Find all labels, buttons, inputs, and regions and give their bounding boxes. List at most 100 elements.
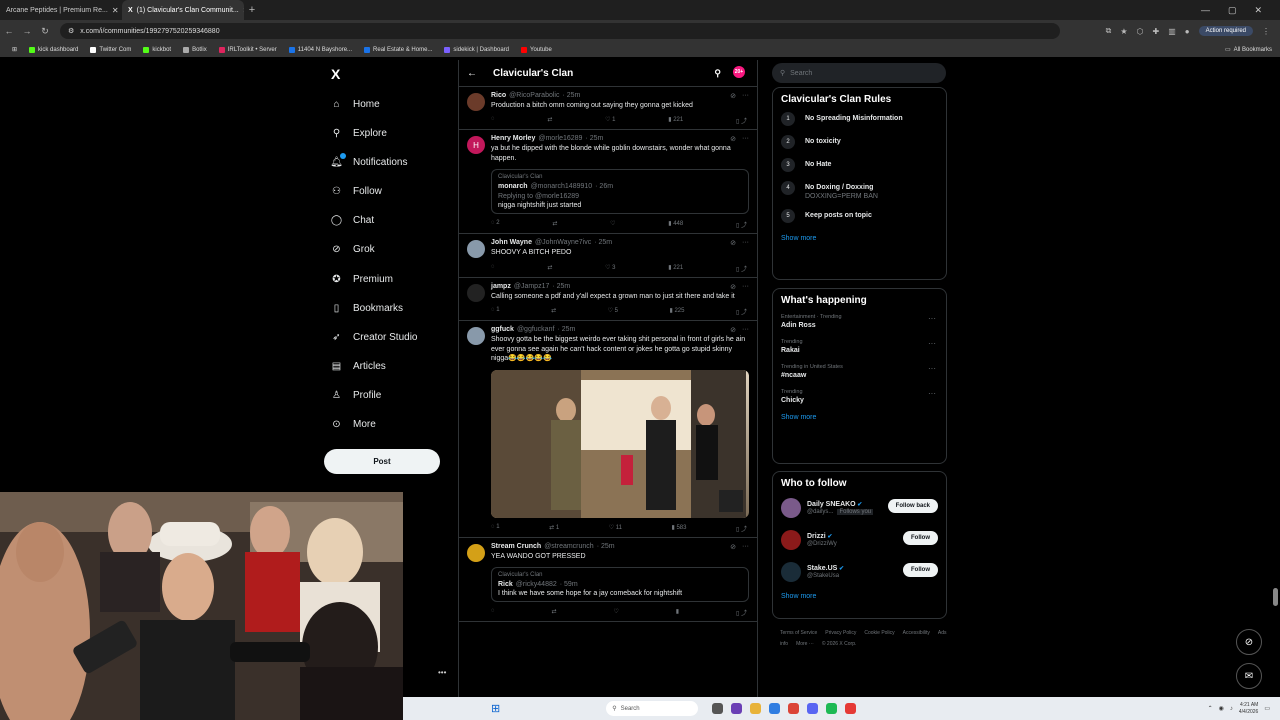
nav-item-profile[interactable]: ♙ Profile <box>330 389 381 402</box>
footer-link[interactable]: Privacy Policy <box>825 630 856 636</box>
clock[interactable]: 4:21 AM 4/4/2026 <box>1239 702 1258 715</box>
avatar[interactable] <box>467 283 485 302</box>
author-handle[interactable]: @Jampz17 <box>514 283 550 290</box>
avatar[interactable] <box>467 327 485 346</box>
extension-icon[interactable]: ⬡ <box>1137 27 1144 36</box>
tweet[interactable]: ⊘ ··· Stream Crunch @streamcrunch · 25m YEA W… <box>459 538 757 622</box>
x-logo-icon[interactable]: X <box>331 66 340 82</box>
browser-tab-0[interactable]: Arcane Peptides | Premium Re... ✕ <box>0 0 122 20</box>
account-menu-icon[interactable]: ••• <box>438 668 446 677</box>
nav-item-home[interactable]: ⌂ Home <box>330 98 379 111</box>
chevron-up-icon[interactable]: ⌃ <box>1208 705 1213 712</box>
install-icon[interactable]: ⧉ <box>1106 26 1112 36</box>
grok-icon[interactable]: ⊘ <box>730 239 736 247</box>
footer-link[interactable]: Accessibility <box>903 630 930 636</box>
bookmark-item[interactable]: Botlix <box>177 46 213 53</box>
tweet[interactable]: H ⊘ ··· Henry Morley @morle16289 · 25m ya but … <box>459 130 757 235</box>
folder-icon[interactable] <box>750 703 762 714</box>
avatar[interactable] <box>781 530 801 550</box>
views-button[interactable]: ▮ 221 <box>668 116 683 125</box>
views-button[interactable]: ▮ 225 <box>670 307 685 316</box>
bookmark-icon[interactable]: ▯ ⤴ <box>736 264 747 273</box>
more-icon[interactable]: ··· <box>928 339 936 348</box>
like-button[interactable]: ♡ 11 <box>609 524 622 533</box>
nav-item-creator-studio[interactable]: ➶ Creator Studio <box>330 331 417 344</box>
page-scrollbar[interactable] <box>1273 60 1278 696</box>
tweet[interactable]: ⊘ ··· Rico @RicoParabolic · 25m Production a … <box>459 87 757 131</box>
author-handle[interactable]: @JohnWayne7ivc <box>535 239 591 246</box>
bookmark-icon[interactable]: ▯ ⤴ <box>736 524 747 533</box>
bookmark-item[interactable]: IRLToolkit • Server <box>213 46 283 53</box>
nav-item-premium[interactable]: ✪ Premium <box>330 273 393 286</box>
puzzle-icon[interactable]: ✚ <box>1153 27 1160 36</box>
tweet[interactable]: ⊘ ··· John Wayne @JohnWayne7ivc · 25m SHOOVY … <box>459 234 757 278</box>
follow-button[interactable]: Follow back <box>887 499 938 513</box>
avatar[interactable] <box>781 562 801 582</box>
trend-item[interactable]: Trending in United States #ncaaw ··· <box>781 364 938 379</box>
back-arrow-icon[interactable]: ← <box>467 68 477 79</box>
show-more-link[interactable]: Show more <box>781 414 938 421</box>
more-icon[interactable]: ··· <box>928 389 936 398</box>
follow-button[interactable]: Follow <box>903 563 938 577</box>
more-icon[interactable]: ··· <box>742 543 749 551</box>
follow-suggestion[interactable]: Daily SNEAKO ✔ @dailys... Follows you Follo… <box>781 497 938 519</box>
nav-item-chat[interactable]: ◯ Chat <box>330 214 374 227</box>
maximize-icon[interactable]: ▢ <box>1228 5 1237 16</box>
taskbar-search[interactable]: ⚲ Search <box>606 701 699 716</box>
close-icon[interactable]: ✕ <box>112 6 119 15</box>
like-button[interactable]: ♡ 1 <box>605 116 615 125</box>
repost-button[interactable]: ⇄ <box>547 116 552 125</box>
more-icon[interactable]: ··· <box>928 364 936 373</box>
tweet-time[interactable]: · 25m <box>562 92 580 99</box>
nav-item-notifications[interactable]: 🔔︎ Notifications <box>330 153 407 169</box>
like-button[interactable]: ♡ <box>610 220 615 229</box>
tweet-time[interactable]: · 25m <box>597 543 615 550</box>
search-icon[interactable]: ⚲ <box>714 68 721 79</box>
bookmark-icon[interactable]: ▯ ⤴ <box>736 307 747 316</box>
taskview-icon[interactable] <box>712 703 724 714</box>
more-icon[interactable]: ··· <box>742 283 749 291</box>
menu-icon[interactable]: ⋮ <box>1262 27 1270 36</box>
avatar[interactable] <box>781 498 801 518</box>
author-name[interactable]: Henry Morley <box>491 135 535 142</box>
reload-icon[interactable]: ↻ <box>36 26 54 37</box>
tweet-time[interactable]: · 25m <box>557 326 575 333</box>
author-handle[interactable]: @ggfuckanf <box>517 326 554 333</box>
footer-link[interactable]: © 2026 X Corp. <box>822 641 857 647</box>
minimize-icon[interactable]: — <box>1201 5 1210 16</box>
obs-icon[interactable] <box>845 703 857 714</box>
all-bookmarks[interactable]: ▭ All Bookmarks <box>1219 46 1280 54</box>
browser-tab-1[interactable]: X (1) Clavicular's Clan Communit... ✕ <box>122 0 244 20</box>
views-button[interactable]: ▮ <box>676 608 679 617</box>
messages-fab-icon[interactable]: ✉ <box>1236 663 1262 689</box>
author-handle[interactable]: @streamcrunch <box>544 543 594 550</box>
address-bar[interactable]: ⚙ x.com/i/communities/199279752025934688… <box>60 23 1060 39</box>
repost-button[interactable]: ⇄ <box>547 264 552 273</box>
grok-fab-icon[interactable]: ⊘ <box>1236 629 1262 655</box>
more-icon[interactable]: ··· <box>742 135 749 143</box>
tweet-video[interactable] <box>491 369 749 518</box>
footer-link[interactable]: Cookie Policy <box>864 630 894 636</box>
tweet-time[interactable]: · 25m <box>594 239 612 246</box>
author-name[interactable]: Stream Crunch <box>491 543 541 550</box>
show-more-link[interactable]: Show more <box>781 235 938 242</box>
bookmark-icon[interactable]: ▯ ⤴ <box>736 608 747 617</box>
reply-button[interactable]: ◌ <box>491 608 495 617</box>
views-button[interactable]: ▮ 221 <box>668 264 683 273</box>
like-button[interactable]: ♡ 5 <box>608 307 618 316</box>
bookmark-icon[interactable]: ▯ ⤴ <box>736 220 747 229</box>
notification-badge[interactable]: 20+ <box>733 66 745 78</box>
avatar[interactable] <box>467 543 485 562</box>
follow-suggestion[interactable]: Drizzi ✔ @DrizziWy Follow <box>781 529 938 551</box>
site-info-icon[interactable]: ⚙ <box>68 27 74 35</box>
nav-item-bookmarks[interactable]: ▯ Bookmarks <box>330 302 403 315</box>
bookmark-icon[interactable]: ▯ ⤴ <box>736 116 747 125</box>
avatar[interactable] <box>467 240 485 259</box>
trend-item[interactable]: Entertainment · Trending Adin Ross ··· <box>781 314 938 329</box>
author-name[interactable]: ggfuck <box>491 326 514 333</box>
tweet[interactable]: ⊘ ··· jampz @Jampz17 · 25m Calling someone a … <box>459 278 757 322</box>
footer-link[interactable]: More ··· <box>796 641 814 647</box>
network-icon[interactable]: ◉ <box>1219 705 1224 712</box>
more-icon[interactable]: ··· <box>742 239 749 247</box>
repost-button[interactable]: ⇄ <box>551 307 556 316</box>
